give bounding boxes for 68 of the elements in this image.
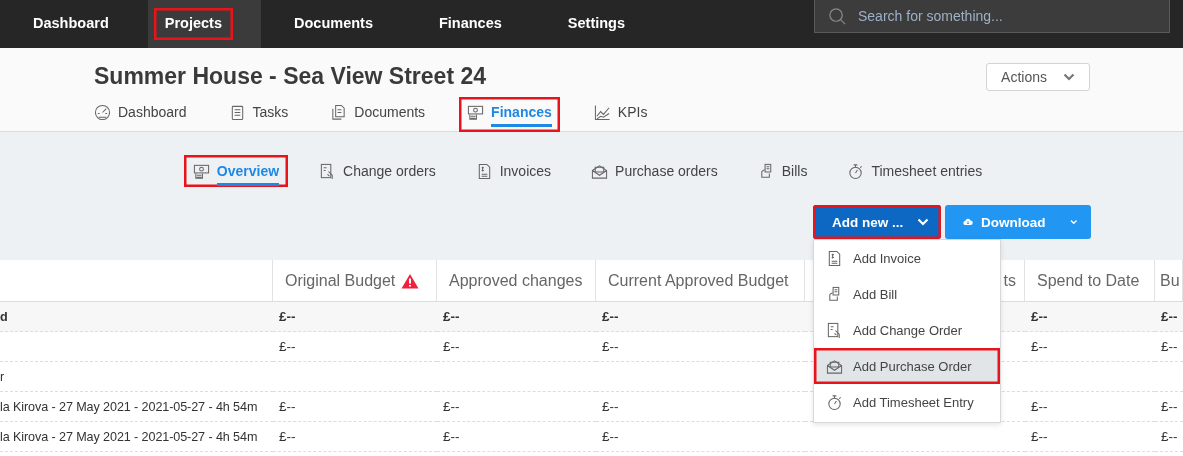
table-cell: £--: [279, 429, 296, 444]
chevron-down-icon: [917, 218, 929, 226]
document-hand-icon: [826, 321, 843, 339]
nav-item[interactable]: Settings: [534, 0, 658, 48]
gauge-icon: [94, 104, 111, 121]
tab[interactable]: Documents: [322, 97, 434, 132]
tab[interactable]: Dashboard: [86, 97, 195, 132]
table-cell: £--: [279, 399, 296, 414]
table-cell: £--: [602, 309, 619, 324]
documents-icon: [330, 104, 348, 121]
table-cell: r: [0, 369, 5, 384]
table-cell: £--: [1031, 309, 1048, 324]
search-icon: [828, 7, 847, 26]
tab[interactable]: Finances: [459, 97, 560, 132]
table-cell: £--: [279, 339, 296, 354]
nav-item-label: Documents: [293, 14, 374, 33]
table-cell: £--: [1031, 429, 1048, 444]
table-cell: £--: [1031, 339, 1048, 354]
chevron-down-icon: [1063, 73, 1075, 81]
nav-item-label: Finances: [437, 14, 503, 33]
subtab[interactable]: Change orders: [310, 155, 445, 187]
search-field[interactable]: Search for something...: [814, 0, 1170, 33]
table-cell: £--: [1161, 339, 1178, 354]
stopwatch-icon: [826, 393, 843, 411]
cash-register-icon: [467, 104, 485, 121]
table-cell: £--: [443, 309, 460, 324]
nav-item-label: Settings: [566, 14, 626, 33]
table-cell: £--: [443, 429, 460, 444]
table-cell: £--: [1161, 429, 1178, 444]
table-cell: £--: [1031, 399, 1048, 414]
nav-item[interactable]: Projects: [147, 0, 261, 48]
cloud-download-icon: [963, 216, 973, 228]
table-cell: £--: [602, 399, 619, 414]
warning-icon: [401, 272, 420, 289]
chevron-down-icon: [1069, 218, 1077, 226]
table-cell: £--: [1161, 309, 1178, 324]
invoice-icon: [826, 249, 843, 267]
tab[interactable]: KPIs: [585, 97, 656, 132]
nav-item[interactable]: Documents: [261, 0, 406, 48]
table-cell: £--: [1161, 399, 1178, 414]
line-chart-icon: [593, 104, 611, 121]
table-cell: la Kirova - 27 May 2021 - 2021-05-27 - 4h 54m: [0, 399, 258, 414]
tab[interactable]: Tasks: [220, 97, 297, 132]
menu-item[interactable]: Add Change Order: [814, 312, 1000, 348]
table-cell: £--: [279, 309, 296, 324]
subtab[interactable]: Invoices: [466, 155, 561, 187]
table-cell: d: [0, 309, 8, 324]
cash-register-icon: [192, 163, 210, 180]
project-title: Summer House - Sea View Street 24: [94, 62, 487, 90]
nav-item[interactable]: Dashboard: [0, 0, 142, 48]
nav-item-label: Dashboard: [32, 14, 110, 33]
stopwatch-icon: [847, 163, 865, 180]
envelope-icon: [591, 163, 609, 180]
table-cell: £--: [602, 429, 619, 444]
subtab[interactable]: Timesheet entries: [838, 155, 992, 187]
menu-item[interactable]: Add Purchase Order: [814, 348, 1000, 384]
nav-item[interactable]: Finances: [405, 0, 535, 48]
table-cell: £--: [443, 339, 460, 354]
table-cell: £--: [443, 399, 460, 414]
subtab[interactable]: Purchase orders: [582, 155, 727, 187]
actions-button[interactable]: Actions: [986, 63, 1090, 91]
subtab[interactable]: Bills: [748, 155, 817, 187]
envelope-icon: [826, 357, 843, 375]
table-cell: la Kirova - 27 May 2021 - 2021-05-27 - 4h 54m: [0, 429, 258, 444]
menu-item[interactable]: Add Timesheet Entry: [814, 384, 1000, 420]
add-new-button[interactable]: Add new ...: [813, 205, 941, 239]
table-cell: £--: [602, 339, 619, 354]
nav-item-label: Projects: [153, 8, 233, 40]
